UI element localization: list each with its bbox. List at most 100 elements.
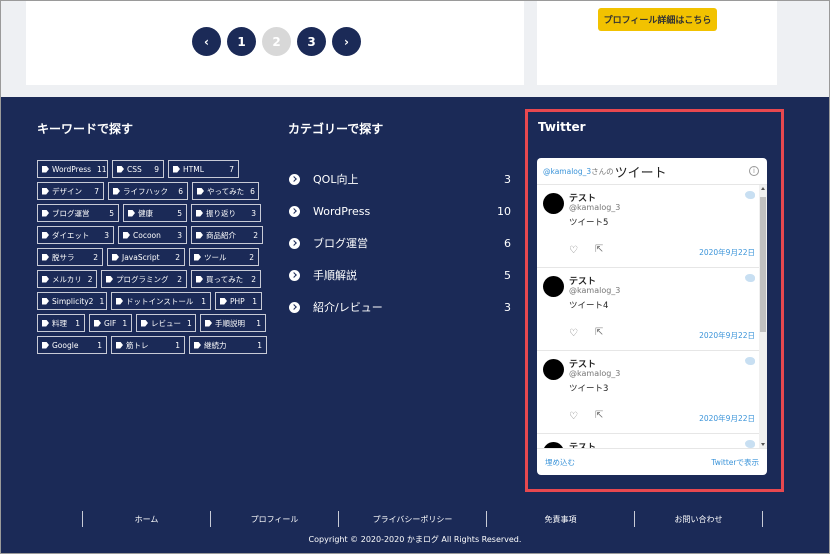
category-count: 3 <box>504 172 511 186</box>
keyword-tag[interactable]: ブログ運営 5 <box>37 204 119 222</box>
twitter-bird-icon[interactable] <box>745 191 755 199</box>
twitter-bird-icon[interactable] <box>745 357 755 365</box>
scroll-up-icon[interactable] <box>761 187 765 190</box>
tag-count: 1 <box>201 296 206 306</box>
avatar[interactable] <box>543 359 564 380</box>
twitter-bird-icon[interactable] <box>745 274 755 282</box>
tag-label: 継続力 <box>204 340 227 350</box>
keyword-tag[interactable]: JavaScript 2 <box>107 248 185 266</box>
keyword-tag[interactable]: レビュー 1 <box>136 314 196 332</box>
keyword-tag[interactable]: CSS 9 <box>112 160 164 178</box>
page-1-button[interactable]: 1 <box>227 27 256 56</box>
tweet-author-handle[interactable]: @kamalog_3 <box>569 286 620 295</box>
footer-nav-item[interactable]: お問い合わせ <box>634 511 762 527</box>
tweet-date-link[interactable]: 2020年9月22日 <box>699 330 755 341</box>
tag-icon <box>123 231 130 239</box>
keyword-tag[interactable]: プログラミング 2 <box>101 270 187 288</box>
scroll-down-icon[interactable] <box>761 443 765 446</box>
keyword-tag[interactable]: Cocoon 3 <box>118 226 187 244</box>
footer-nav-item[interactable]: プロフィール <box>210 511 338 527</box>
keyword-tag[interactable]: HTML 7 <box>168 160 239 178</box>
view-on-twitter-link[interactable]: Twitterで表示 <box>711 457 759 468</box>
keyword-tag[interactable]: GIF 1 <box>89 314 132 332</box>
tag-label-wrap: PHP <box>220 297 245 306</box>
tweet-author-handle[interactable]: @kamalog_3 <box>569 203 620 212</box>
avatar[interactable] <box>543 276 564 297</box>
keyword-tag[interactable]: 料理 1 <box>37 314 85 332</box>
tag-label-wrap: Simplicity2 <box>42 297 93 306</box>
keyword-tag[interactable]: 継続力 1 <box>189 336 267 354</box>
keyword-tag[interactable]: 商品紹介 2 <box>191 226 263 244</box>
keyword-tag[interactable]: 脱サラ 2 <box>37 248 103 266</box>
keyword-tag[interactable]: 健康 5 <box>123 204 187 222</box>
embed-link[interactable]: 埋め込む <box>545 457 575 468</box>
scrollbar-thumb[interactable] <box>760 197 766 332</box>
share-icon[interactable]: ⇱ <box>595 410 603 421</box>
timeline-body: テスト @kamalog_3 ツイート5 ♡ ⇱ 2020年9月22日 テスト @kamalo… <box>537 185 759 448</box>
tag-row: メルカリ 2 プログラミング 2 買ってみた 2 <box>37 270 267 288</box>
tweet-text: ツイート4 <box>569 301 609 311</box>
keyword-tag[interactable]: Google 1 <box>37 336 107 354</box>
avatar[interactable] <box>543 193 564 214</box>
heart-icon[interactable]: ♡ <box>569 328 578 339</box>
keyword-tag[interactable]: PHP 1 <box>215 292 262 310</box>
tag-icon <box>197 187 204 195</box>
keyword-tag[interactable]: ツール 2 <box>189 248 259 266</box>
tag-icon <box>116 341 123 349</box>
profile-details-button[interactable]: プロフィール詳細はこちら <box>598 8 717 31</box>
keyword-tag[interactable]: デザイン 7 <box>37 182 104 200</box>
keyword-tag[interactable]: ドットインストール 1 <box>111 292 211 310</box>
footer-nav-item[interactable]: ホーム <box>82 511 210 527</box>
category-count: 10 <box>497 204 511 218</box>
tag-count: 5 <box>177 208 182 218</box>
tag-label: やってみた <box>207 186 245 196</box>
category-item[interactable]: 紹介/レビュー 3 <box>289 291 511 323</box>
category-item[interactable]: ブログ運営 6 <box>289 227 511 259</box>
keyword-tag[interactable]: やってみた 6 <box>192 182 259 200</box>
tag-label: 筋トレ <box>126 340 149 350</box>
tag-label: ダイエット <box>52 230 90 240</box>
timeline-scrollbar[interactable] <box>759 185 767 448</box>
prev-page-button[interactable]: ‹ <box>192 27 221 56</box>
keyword-tag[interactable]: 手順説明 1 <box>200 314 266 332</box>
tag-label-wrap: ドットインストール <box>116 296 193 307</box>
keyword-tag[interactable]: WordPress 11 <box>37 160 108 178</box>
keyword-tag-cloud: WordPress 11 CSS 9 HTML 7 デザイン 7 ライフハック 6 やってみた 6 ブロ… <box>37 160 267 358</box>
footer-nav-item[interactable]: 免責事項 <box>486 511 634 527</box>
keyword-tag[interactable]: 買ってみた 2 <box>191 270 261 288</box>
keyword-tag[interactable]: ダイエット 3 <box>37 226 114 244</box>
category-item[interactable]: WordPress 10 <box>289 195 511 227</box>
tag-icon <box>173 165 180 173</box>
info-icon[interactable]: i <box>749 166 759 176</box>
keyword-tag[interactable]: 振り返り 3 <box>191 204 261 222</box>
share-icon[interactable]: ⇱ <box>595 327 603 338</box>
category-item[interactable]: 手順解説 5 <box>289 259 511 291</box>
footer-nav-item[interactable]: プライバシーポリシー <box>338 511 486 527</box>
keyword-tag[interactable]: 筋トレ 1 <box>111 336 185 354</box>
page-3-button[interactable]: 3 <box>297 27 326 56</box>
tag-row: デザイン 7 ライフハック 6 やってみた 6 <box>37 182 267 200</box>
tag-label: Cocoon <box>133 230 161 240</box>
tag-label-wrap: ツール <box>194 252 227 263</box>
timeline-handle-link[interactable]: @kamalog_3 <box>543 167 591 176</box>
heart-icon[interactable]: ♡ <box>569 411 578 422</box>
heart-icon[interactable]: ♡ <box>569 245 578 256</box>
tag-label-wrap: 継続力 <box>194 340 227 351</box>
keyword-tag[interactable]: ライフハック 6 <box>108 182 188 200</box>
tweet-author-handle[interactable]: @kamalog_3 <box>569 369 620 378</box>
tweet-date-link[interactable]: 2020年9月22日 <box>699 247 755 258</box>
share-icon[interactable]: ⇱ <box>595 244 603 255</box>
next-page-button[interactable]: › <box>332 27 361 56</box>
tag-icon <box>220 297 227 305</box>
keyword-tag[interactable]: Simplicity2 1 <box>37 292 107 310</box>
tag-count: 7 <box>229 164 234 174</box>
tweet-date-link[interactable]: 2020年9月22日 <box>699 413 755 424</box>
tag-count: 3 <box>251 208 256 218</box>
tag-label: 商品紹介 <box>206 230 236 240</box>
twitter-bird-icon[interactable] <box>745 440 755 448</box>
tag-label-wrap: ブログ運営 <box>42 208 90 219</box>
keyword-tag[interactable]: メルカリ 2 <box>37 270 97 288</box>
tag-row: WordPress 11 CSS 9 HTML 7 <box>37 160 267 178</box>
category-item[interactable]: QOL向上 3 <box>289 163 511 195</box>
tweet-author-name[interactable]: テスト <box>569 440 596 448</box>
